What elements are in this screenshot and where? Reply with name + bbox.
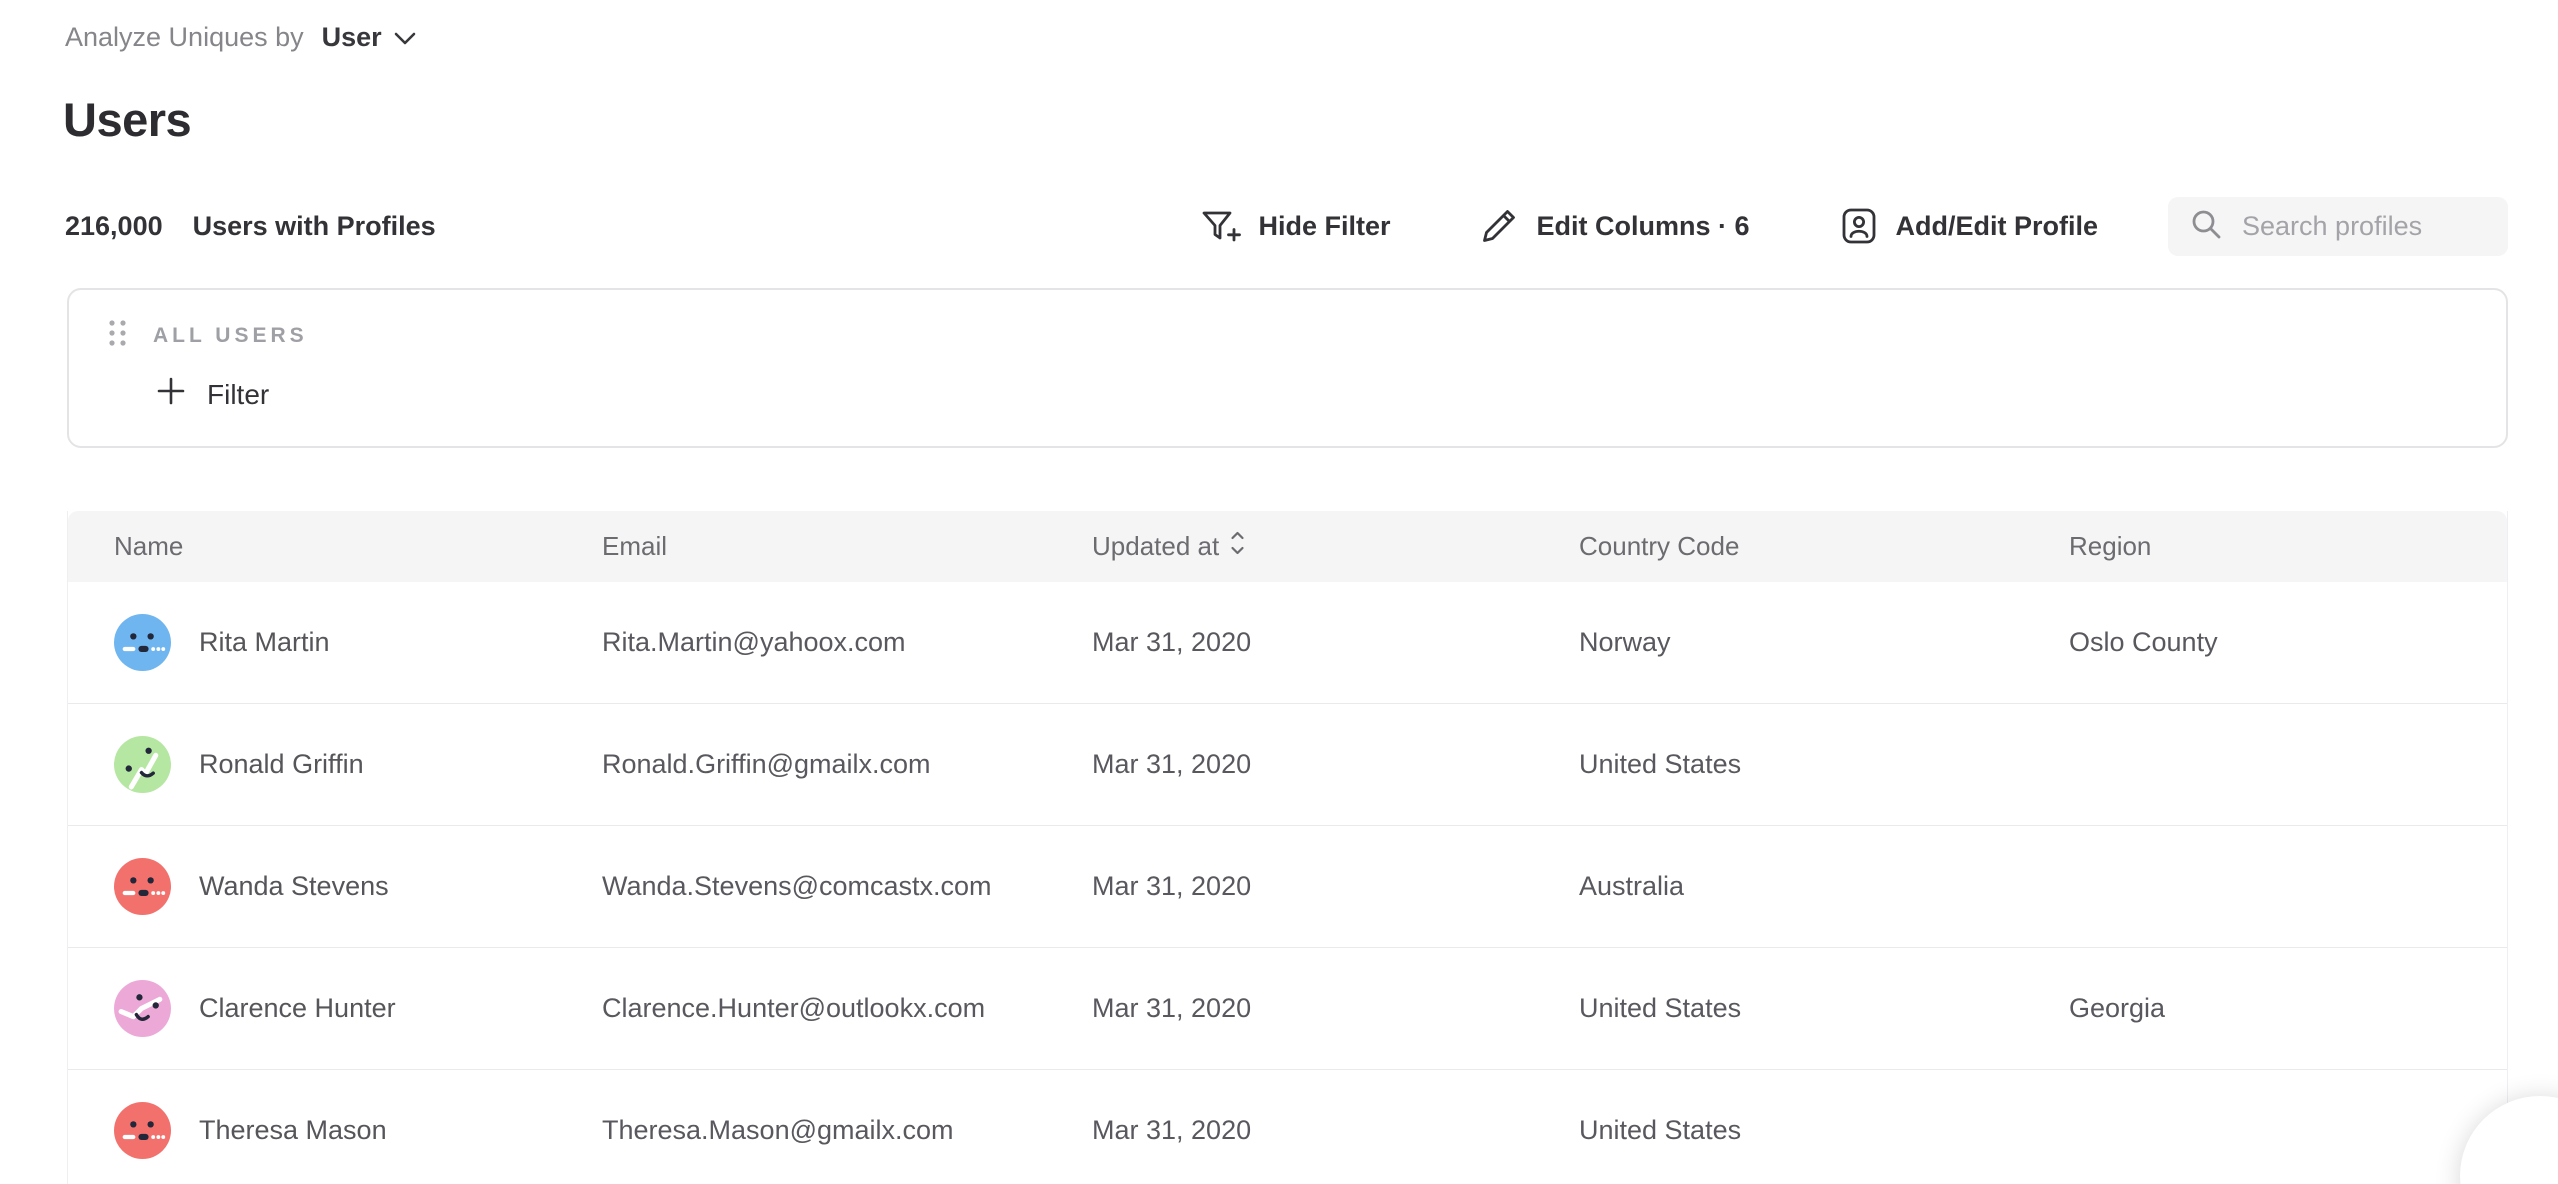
email-cell: Theresa.Mason@gmailx.com — [602, 1115, 1092, 1146]
table-row[interactable]: Ronald Griffin Ronald.Griffin@gmailx.com… — [68, 704, 2507, 826]
avatar — [114, 858, 171, 915]
email-cell: Ronald.Griffin@gmailx.com — [602, 749, 1092, 780]
country-code-cell: United States — [1579, 749, 2069, 780]
edit-columns-label: Edit Columns · 6 — [1536, 211, 1749, 242]
region-cell: Oslo County — [2069, 627, 2461, 658]
profiles-count-label: Users with Profiles — [193, 211, 436, 242]
page-title: Users — [63, 92, 191, 147]
name-cell: Wanda Stevens — [114, 858, 602, 915]
profile-badge-icon — [1838, 205, 1880, 247]
user-name: Rita Martin — [199, 627, 330, 658]
table-row[interactable]: Theresa Mason Theresa.Mason@gmailx.com M… — [68, 1070, 2507, 1184]
profiles-count-number: 216,000 — [65, 211, 163, 242]
filter-card: ALL USERS Filter — [67, 288, 2508, 448]
users-page: Analyze Uniques by User Users 216,000 Us… — [0, 0, 2558, 1184]
uniques-by-value: User — [322, 22, 382, 53]
user-name: Ronald Griffin — [199, 749, 364, 780]
avatar — [114, 736, 171, 793]
avatar — [114, 980, 171, 1037]
add-filter-button[interactable]: Filter — [155, 375, 269, 414]
name-cell: Rita Martin — [114, 614, 602, 671]
funnel-plus-icon — [1198, 205, 1242, 247]
analyze-uniques-bar: Analyze Uniques by User — [65, 22, 416, 53]
column-header-region[interactable]: Region — [2069, 531, 2461, 562]
search-profiles-box[interactable] — [2168, 197, 2508, 256]
user-name: Clarence Hunter — [199, 993, 396, 1024]
add-filter-label: Filter — [207, 379, 269, 411]
uniques-by-select[interactable]: User — [322, 22, 416, 53]
updated-at-cell: Mar 31, 2020 — [1092, 1115, 1579, 1146]
edit-columns-button[interactable]: Edit Columns · 6 — [1478, 205, 1749, 247]
name-cell: Ronald Griffin — [114, 736, 602, 793]
region-cell: Georgia — [2069, 993, 2461, 1024]
meta-row: 216,000 Users with Profiles Hide Filter — [65, 196, 2508, 256]
pencil-icon — [1478, 205, 1520, 247]
plus-icon — [155, 375, 187, 414]
toolbar: Hide Filter Edit Columns · 6 — [1110, 197, 2508, 256]
analyze-uniques-label: Analyze Uniques by — [65, 22, 304, 53]
table-row[interactable]: Wanda Stevens Wanda.Stevens@comcastx.com… — [68, 826, 2507, 948]
avatar — [114, 614, 171, 671]
search-icon — [2188, 206, 2224, 247]
all-users-group: ALL USERS — [107, 318, 2506, 353]
column-header-email[interactable]: Email — [602, 531, 1092, 562]
column-header-name[interactable]: Name — [114, 531, 602, 562]
user-name: Wanda Stevens — [199, 871, 389, 902]
column-header-updated-at[interactable]: Updated at — [1092, 530, 1579, 563]
name-cell: Theresa Mason — [114, 1102, 602, 1159]
email-cell: Wanda.Stevens@comcastx.com — [602, 871, 1092, 902]
column-header-country-code[interactable]: Country Code — [1579, 531, 2069, 562]
email-cell: Rita.Martin@yahoox.com — [602, 627, 1092, 658]
table-header: Name Email Updated at Country Code Regio… — [68, 511, 2507, 582]
table-row[interactable]: Clarence Hunter Clarence.Hunter@outlookx… — [68, 948, 2507, 1070]
updated-at-cell: Mar 31, 2020 — [1092, 627, 1579, 658]
table-row[interactable]: Rita Martin Rita.Martin@yahoox.com Mar 3… — [68, 582, 2507, 704]
avatar — [114, 1102, 171, 1159]
hide-filter-button[interactable]: Hide Filter — [1198, 205, 1390, 247]
country-code-cell: Australia — [1579, 871, 2069, 902]
updated-at-cell: Mar 31, 2020 — [1092, 993, 1579, 1024]
name-cell: Clarence Hunter — [114, 980, 602, 1037]
country-code-cell: United States — [1579, 1115, 2069, 1146]
drag-handle-icon[interactable] — [107, 318, 129, 353]
chevron-down-icon — [394, 22, 416, 53]
add-edit-profile-button[interactable]: Add/Edit Profile — [1838, 205, 2099, 247]
country-code-cell: United States — [1579, 993, 2069, 1024]
sort-icon[interactable] — [1229, 530, 1246, 563]
country-code-cell: Norway — [1579, 627, 2069, 658]
user-name: Theresa Mason — [199, 1115, 387, 1146]
search-profiles-input[interactable] — [2242, 211, 2488, 242]
profiles-table: Name Email Updated at Country Code Regio… — [67, 511, 2508, 1184]
all-users-label: ALL USERS — [153, 324, 308, 348]
add-edit-profile-label: Add/Edit Profile — [1896, 211, 2099, 242]
email-cell: Clarence.Hunter@outlookx.com — [602, 993, 1092, 1024]
updated-at-cell: Mar 31, 2020 — [1092, 871, 1579, 902]
updated-at-cell: Mar 31, 2020 — [1092, 749, 1579, 780]
hide-filter-label: Hide Filter — [1258, 211, 1390, 242]
profiles-count: 216,000 Users with Profiles — [65, 211, 436, 242]
